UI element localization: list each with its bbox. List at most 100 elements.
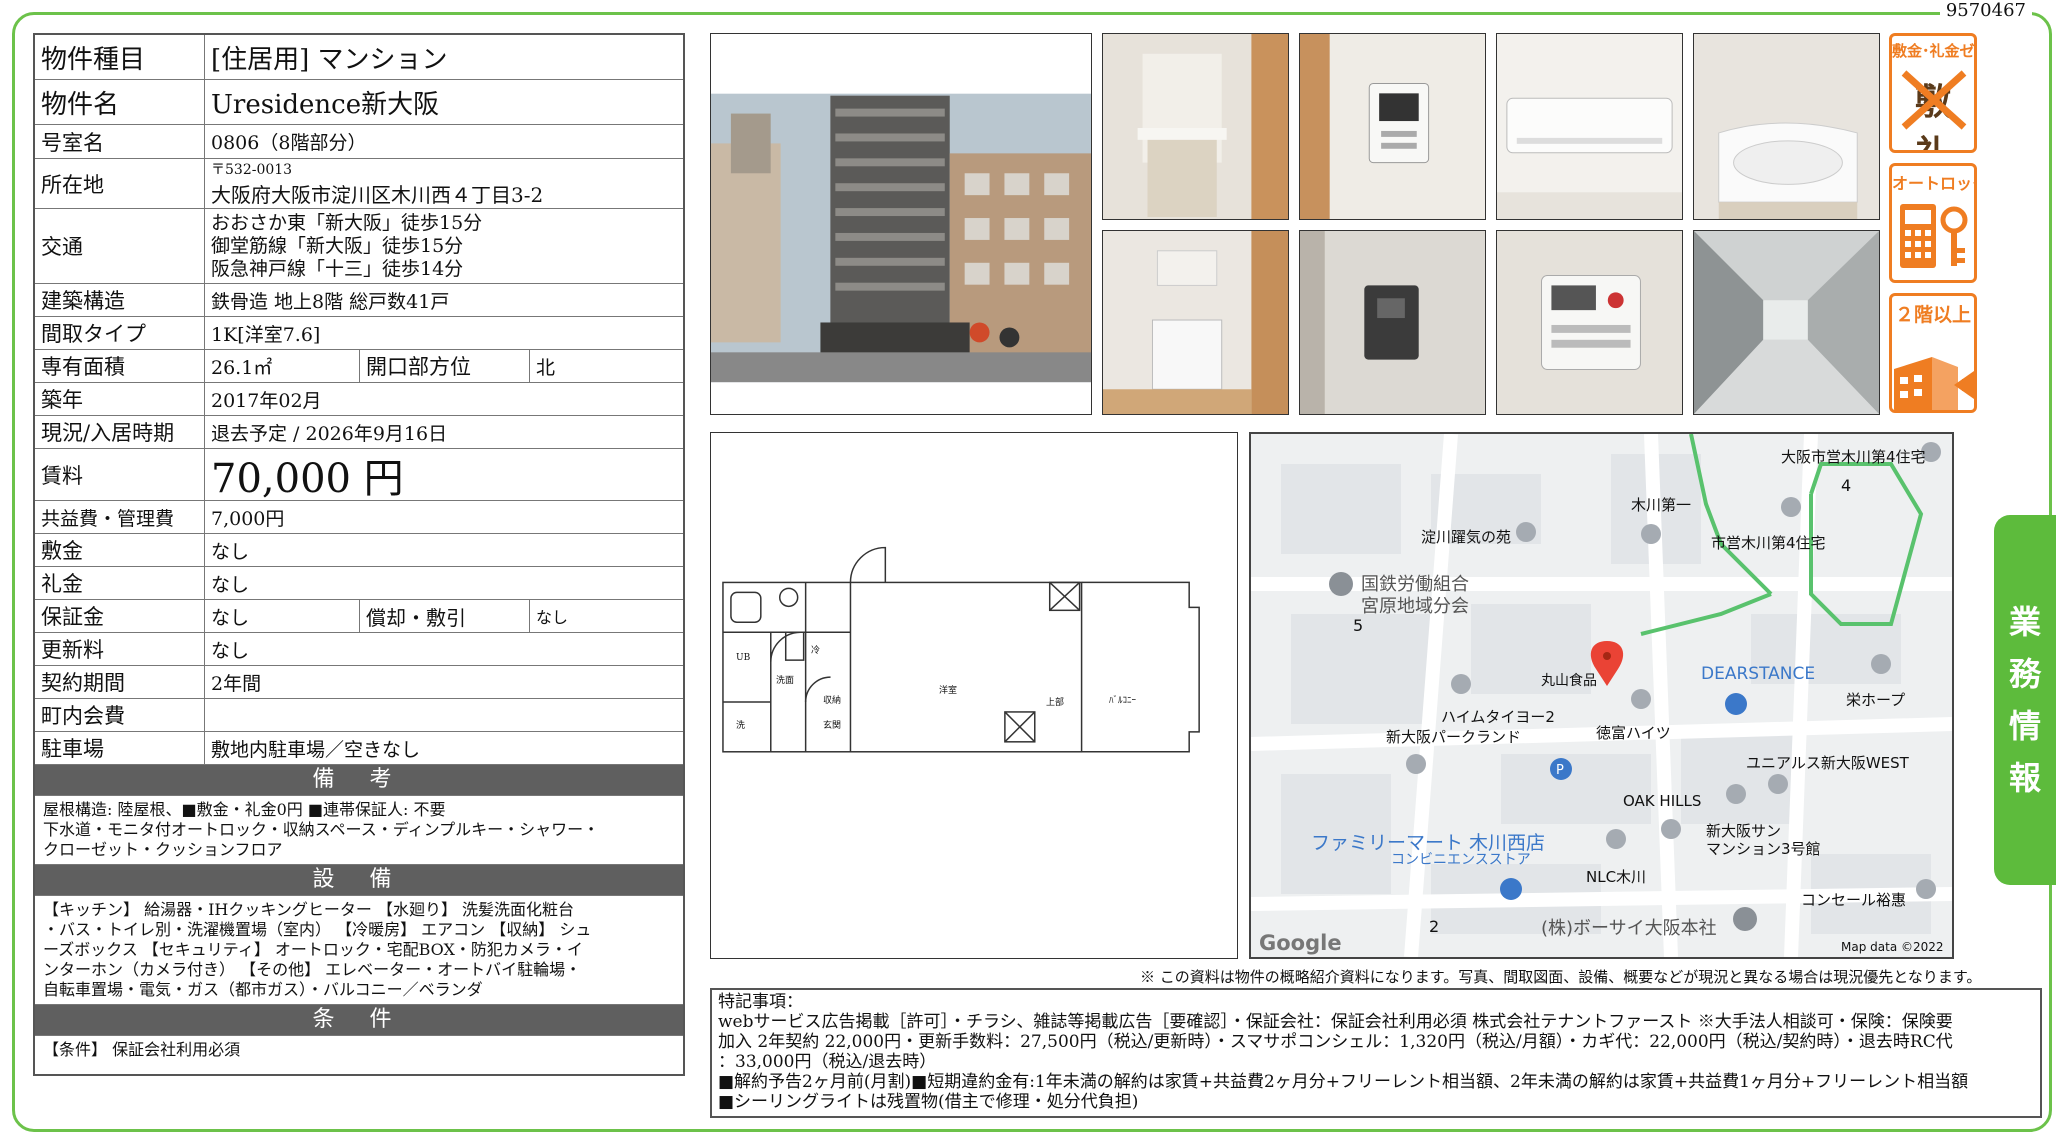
opening-label: 開口部方位 [359, 350, 529, 382]
remarks-line: 下水道・モニタ付オートロック・収納スペース・ディンプルキー・シャワー・ [43, 820, 600, 839]
interior-photo-water-heater-panel [1496, 230, 1683, 415]
map-label: 2 [1429, 917, 1440, 936]
tab-char: 業 [2008, 603, 2041, 641]
transport-cell: おおさか東「新大阪」徒歩15分 御堂筋線「新大阪」徒歩15分 阪急神戸線「十三」徒歩… [205, 209, 683, 283]
map-label: 木川第一 [1631, 496, 1692, 514]
transport-line: おおさか東「新大阪」徒歩15分 [211, 211, 483, 234]
layout-label: 間取タイプ [35, 317, 205, 349]
interior-photo-intercom [1299, 33, 1486, 220]
transport-label: 交通 [35, 209, 205, 283]
transport-line: 阪急神戸線「十三」徒歩14分 [211, 257, 464, 280]
conditions-text: 【条件】 保証会社利用必須 [35, 1036, 683, 1074]
interior-photo-vanity [1102, 33, 1289, 220]
remarks-text: 屋根構造: 陸屋根、■敷金・礼金0円 ■連帯保証人: 不要 下水道・モニタ付オー… [35, 796, 683, 865]
town-fee-value [205, 699, 683, 731]
remarks-line: クローゼット・クッションフロア [43, 840, 283, 859]
interior-photo-laundry [1102, 230, 1289, 415]
special-notes: 特記事項： webサービス広告掲載［許可］・チラシ、雑誌等掲載広告［要確認］・保… [710, 988, 2042, 1118]
map-label: 新大阪パークランド [1386, 728, 1522, 746]
special-line: webサービス広告掲載［許可］・チラシ、雑誌等掲載広告［要確認］・保証会社：保証… [718, 1012, 1953, 1032]
special-line: ■解約予告2ヶ月前(月割)■短期違約金有:1年未満の解約は家賃+共益費2ヶ月分+… [718, 1072, 1969, 1092]
badge-art: 敷 礼 [1892, 61, 1974, 150]
key-money-label: 礼金 [35, 567, 205, 599]
map-label: (株)ボーサイ大阪本社 [1541, 918, 1717, 939]
contract-value: 2年間 [211, 672, 262, 695]
postal-code: 〒532-0013 [211, 162, 293, 178]
deposit-value: なし [211, 540, 250, 563]
conditions-header: 条 件 [35, 1005, 683, 1036]
guarantee-label: 保証金 [35, 600, 205, 632]
map-label: DEARSTANCE [1701, 664, 1816, 684]
fp-label: 洗面 [776, 676, 795, 686]
building-arrow-icon [1894, 357, 1974, 410]
special-line: ：33,000円（税込/退去時） [718, 1052, 937, 1072]
map-label: コンビニエンスストア [1391, 852, 1531, 868]
key-money-value: なし [211, 573, 250, 596]
interior-photo-sink [1693, 33, 1880, 220]
address-label: 所在地 [35, 159, 205, 208]
address-value: 大阪府大阪市淀川区木川西４丁目3-2 [211, 183, 544, 207]
special-line: ■シーリングライトは残置物(借主で修理・処分代負担) [718, 1092, 1139, 1112]
tab-char: 報 [2008, 759, 2041, 797]
fp-label: 冷 [811, 646, 821, 656]
fee-value: 7,000円 [211, 507, 285, 530]
equipment-line: ーズボックス 【セキュリティ】 オートロック・宅配BOX・防犯カメラ・イ [43, 940, 583, 959]
business-info-tab[interactable]: 業 務 情 報 [1994, 515, 2056, 885]
badge-second-floor: ２階以上 [1889, 293, 1977, 413]
google-logo: Google [1259, 931, 1342, 955]
map-label: ユニアルス新大阪WEST [1746, 754, 1909, 772]
fee-label: 共益費・管理費 [35, 501, 205, 533]
structure-value: 鉄骨造 地上8階 総戸数41戸 [211, 290, 450, 313]
map-label: 丸山食品 [1541, 673, 1597, 689]
tab-char: 情 [2008, 707, 2041, 745]
building-photo [710, 33, 1092, 415]
disclaimer: ※ この資料は物件の概略紹介資料になります。写真、間取図面、設備、概要などが現況… [1140, 968, 1982, 986]
map-label: 市営木川第4住宅 [1711, 534, 1826, 552]
badge-zero-deposit: 敷金･礼金ゼロ 敷 礼 [1889, 33, 1977, 153]
badge-title: オートロック [1892, 174, 1974, 193]
interior-photo-aircon [1496, 33, 1683, 220]
town-fee-label: 町内会費 [35, 699, 205, 731]
equipment-header: 設 備 [35, 865, 683, 896]
map-label: 淀川躍気の苑 [1421, 528, 1512, 546]
map-label: 5 [1353, 616, 1364, 635]
badge-title: 敷金･礼金ゼロ [1892, 42, 1975, 60]
area-label: 専有面積 [35, 350, 205, 382]
map-label: 栄ホープ [1846, 691, 1906, 709]
badge-autolock: オートロック [1889, 163, 1977, 283]
rent-value: 70,000 円 [211, 455, 404, 502]
amort-label: 償却・敷引 [359, 600, 529, 632]
special-line: 加入 2年契約 22,000円・更新手数料：27,500円（税込/更新時）・スマ… [718, 1032, 1953, 1052]
type-label: 物件種目 [35, 35, 205, 79]
badge-title: ２階以上 [1894, 304, 1971, 326]
guarantee-value: なし [211, 606, 250, 629]
conditions-line: 【条件】 保証会社利用必須 [43, 1040, 241, 1059]
interior-photo-door-panel [1299, 230, 1486, 415]
map-label: ハイムタイヨー2 [1441, 708, 1555, 726]
type-value: [住居用] マンション [211, 44, 448, 75]
fp-label: 洗 [736, 721, 746, 731]
opening-value: 北 [529, 350, 683, 382]
equipment-line: 自転車置場・電気・ガス（都市ガス）・バルコニー／ベランダ [43, 980, 483, 999]
fp-label: 収納 [823, 696, 842, 706]
layout-value: 1K[洋室7.6] [211, 323, 321, 346]
remarks-header: 備 考 [35, 765, 683, 796]
renewal-value: なし [211, 639, 250, 662]
map-label: 大阪市営木川第4住宅 [1781, 448, 1926, 466]
map-label: マンション3号館 [1706, 840, 1821, 858]
property-table: 物件種目 [住居用] マンション 物件名 Uresidence新大阪 号室名 0806… [33, 33, 685, 1076]
fp-label: UB [736, 653, 751, 663]
interior-photo-hallway [1693, 230, 1880, 415]
equipment-line: ンターホン（カメラ付き） 【その他】 エレベーター・オートバイ駐輪場・ [43, 960, 582, 979]
equipment-text: 【キッチン】 給湯器・IHクッキングヒーター 【水廻り】 洗髪洗面化粧台 ・バス… [35, 896, 683, 1005]
transport-line: 御堂筋線「新大阪」徒歩15分 [211, 234, 464, 257]
autolock-icon [1900, 204, 1968, 268]
room-value: 0806（8階部分） [211, 132, 367, 154]
built-label: 築年 [35, 383, 205, 415]
map-label: 4 [1841, 476, 1852, 495]
document-id: 9570467 [1939, 0, 2032, 21]
status-value: 退去予定 / 2026年9月16日 [211, 422, 448, 445]
tab-char: 務 [2008, 655, 2041, 693]
fp-label: ﾊﾞﾙｺﾆｰ [1109, 696, 1137, 706]
address-cell: 〒532-0013 大阪府大阪市淀川区木川西４丁目3-2 [205, 159, 683, 208]
